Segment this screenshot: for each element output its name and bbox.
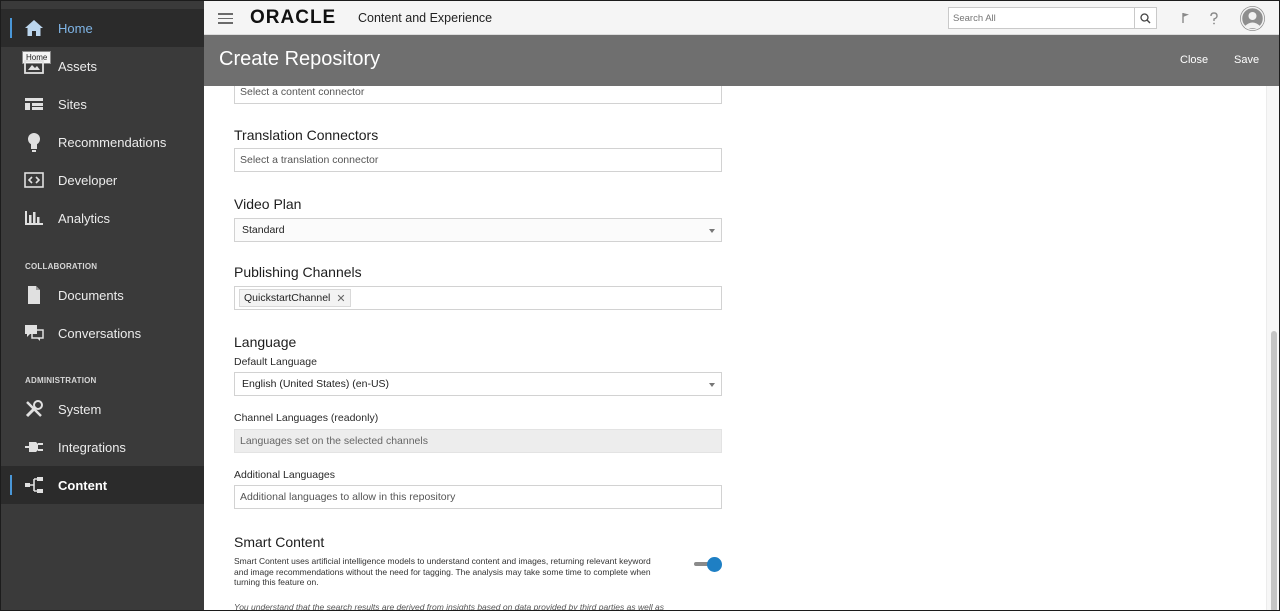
sidebar-item-label: Analytics	[58, 210, 111, 226]
repository-form: Select a content connector Translation C…	[204, 86, 1266, 611]
sidebar-item-label: Recommendations	[58, 134, 167, 150]
publishing-channels-field[interactable]: QuickstartChannel ✕	[234, 286, 722, 310]
sidebar-item-label: Developer	[58, 172, 118, 188]
search-button[interactable]	[1134, 8, 1156, 28]
default-language-select[interactable]: English (United States) (en-US)	[234, 372, 722, 396]
translation-connectors-heading: Translation Connectors	[234, 127, 379, 143]
sidebar-item-label: Documents	[58, 287, 124, 303]
channel-chip: QuickstartChannel ✕	[239, 289, 351, 307]
content-connector-field[interactable]: Select a content connector	[234, 86, 722, 104]
sidebar-item-documents[interactable]: Documents	[1, 276, 204, 314]
active-indicator	[10, 475, 12, 495]
sidebar-item-content[interactable]: Content	[1, 466, 204, 504]
search-input[interactable]	[949, 8, 1135, 28]
sidebar-item-analytics[interactable]: Analytics	[1, 199, 204, 237]
sidebar-item-label: Content	[58, 477, 108, 493]
document-icon	[23, 284, 45, 306]
channel-languages-field: Languages set on the selected channels	[234, 429, 722, 453]
sidebar-item-label: Conversations	[58, 325, 142, 341]
sidebar-item-conversations[interactable]: Conversations	[1, 314, 204, 352]
sidebar-item-assets[interactable]: Assets	[1, 47, 204, 85]
section-heading-collaboration: COLLABORATION	[25, 262, 98, 271]
oracle-logo: ORACLE	[250, 7, 337, 28]
conversations-icon	[23, 322, 45, 344]
smart-content-disclaimer: You understand that the search results a…	[234, 602, 664, 611]
page-header: Create Repository Close Save	[204, 35, 1279, 86]
search-icon	[1140, 12, 1151, 23]
close-button[interactable]: Close	[1180, 54, 1208, 66]
sidebar-item-integrations[interactable]: Integrations	[1, 428, 204, 466]
top-header: ORACLE Content and Experience	[204, 1, 1279, 35]
smart-content-description: Smart Content uses artificial intelligen…	[234, 556, 651, 587]
vertical-scrollbar[interactable]	[1266, 86, 1279, 610]
channel-chip-label: QuickstartChannel	[244, 292, 331, 304]
active-indicator	[10, 18, 12, 38]
sidebar-item-label: Sites	[58, 96, 87, 112]
video-plan-select[interactable]: Standard	[234, 218, 722, 242]
product-name: Content and Experience	[358, 11, 493, 25]
default-language-label: Default Language	[234, 356, 317, 368]
sidebar-item-label: Home	[58, 20, 93, 36]
language-heading: Language	[234, 334, 297, 350]
translation-connector-field[interactable]: Select a translation connector	[234, 148, 722, 172]
sidebar: Home Home Assets Sites Recommendations D	[1, 1, 204, 610]
help-icon[interactable]	[1206, 10, 1222, 26]
additional-languages-field[interactable]: Additional languages to allow in this re…	[234, 485, 722, 509]
smart-content-heading: Smart Content	[234, 534, 325, 550]
home-icon	[23, 17, 45, 39]
sidebar-item-sites[interactable]: Sites	[1, 85, 204, 123]
section-heading-administration: ADMINISTRATION	[25, 376, 97, 385]
plug-icon	[23, 436, 45, 458]
assets-icon	[23, 55, 45, 77]
remove-chip-icon[interactable]: ✕	[336, 292, 345, 305]
tools-icon	[23, 398, 45, 420]
sidebar-item-home[interactable]: Home	[1, 9, 204, 47]
sidebar-item-system[interactable]: System	[1, 390, 204, 428]
sidebar-item-label: System	[58, 401, 102, 417]
channel-languages-label: Channel Languages (readonly)	[234, 412, 379, 424]
app-window: Home Home Assets Sites Recommendations D	[0, 0, 1280, 611]
save-button[interactable]: Save	[1234, 54, 1259, 66]
flag-icon[interactable]	[1178, 10, 1194, 26]
publishing-channels-heading: Publishing Channels	[234, 264, 362, 280]
user-avatar[interactable]	[1240, 6, 1265, 31]
sites-icon	[23, 93, 45, 115]
sidebar-item-label: Integrations	[58, 439, 126, 455]
content-tree-icon	[23, 474, 45, 496]
sidebar-item-recommendations[interactable]: Recommendations	[1, 123, 204, 161]
page-title: Create Repository	[219, 48, 381, 70]
additional-languages-label: Additional Languages	[234, 469, 336, 481]
sidebar-item-developer[interactable]: Developer	[1, 161, 204, 199]
toggle-knob	[707, 557, 722, 572]
video-plan-heading: Video Plan	[234, 196, 302, 212]
sidebar-item-label: Assets	[58, 58, 98, 74]
scrollbar-thumb[interactable]	[1271, 331, 1277, 610]
hamburger-menu-icon[interactable]	[218, 13, 233, 24]
global-search	[948, 7, 1157, 29]
bar-chart-icon	[23, 207, 45, 229]
smart-content-toggle[interactable]	[694, 557, 724, 572]
lightbulb-icon	[23, 131, 45, 153]
code-icon	[23, 169, 45, 191]
